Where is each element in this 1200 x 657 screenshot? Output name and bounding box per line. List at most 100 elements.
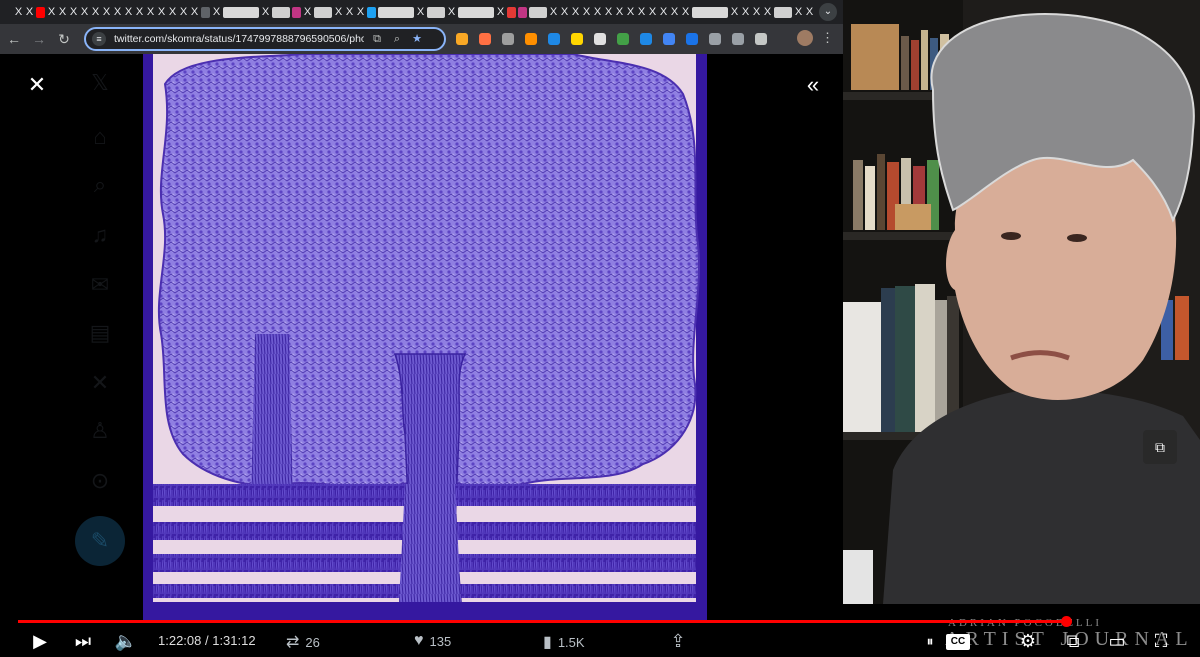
browser-tab[interactable]: X <box>212 6 221 18</box>
browser-tab[interactable]: X <box>571 6 580 18</box>
browser-tab[interactable]: X <box>593 6 602 18</box>
browser-tab[interactable]: X <box>496 6 505 18</box>
forward-arrow-icon[interactable]: → <box>28 28 50 50</box>
browser-tab[interactable]: X <box>334 6 343 18</box>
extension-icon[interactable] <box>456 33 468 45</box>
extension-icon[interactable] <box>502 33 514 45</box>
extension-icon[interactable] <box>663 33 675 45</box>
browser-tab[interactable]: X <box>14 6 23 18</box>
zoom-icon[interactable]: ⌕ <box>390 32 404 46</box>
browser-tab[interactable]: X <box>345 6 354 18</box>
extension-icon[interactable] <box>571 33 583 45</box>
extension-icon[interactable] <box>755 33 767 45</box>
browser-tab[interactable]: X <box>80 6 89 18</box>
extension-icon[interactable] <box>732 33 744 45</box>
browser-tab[interactable]: X <box>102 6 111 18</box>
browser-tab[interactable]: X <box>113 6 122 18</box>
browser-tab[interactable] <box>367 6 376 18</box>
browser-tab[interactable]: X <box>681 6 690 18</box>
browser-tab[interactable]: X <box>303 6 312 18</box>
double-chevron-right-icon[interactable]: « <box>800 72 826 98</box>
extension-icon[interactable] <box>594 33 606 45</box>
extension-icon[interactable] <box>617 33 629 45</box>
browser-tab[interactable]: X <box>582 6 591 18</box>
browser-tab[interactable]: X <box>135 6 144 18</box>
browser-tab[interactable]: X <box>146 6 155 18</box>
browser-tab[interactable] <box>378 6 414 18</box>
close-icon[interactable]: ✕ <box>24 72 50 98</box>
browser-tab[interactable]: X <box>261 6 270 18</box>
browser-tab[interactable] <box>36 6 45 18</box>
extension-icon[interactable] <box>525 33 537 45</box>
browser-tab[interactable]: X <box>741 6 750 18</box>
extension-icon[interactable] <box>709 33 721 45</box>
browser-tab[interactable]: X <box>794 6 803 18</box>
browser-tab[interactable]: X <box>416 6 425 18</box>
browser-tab[interactable] <box>774 6 792 18</box>
theater-mode-icon[interactable]: ▭ <box>1104 628 1130 654</box>
volume-icon[interactable]: 🔈 <box>113 628 139 654</box>
play-icon[interactable]: ▶ <box>28 628 52 654</box>
browser-tab[interactable]: X <box>91 6 100 18</box>
extension-icon[interactable] <box>686 33 698 45</box>
reload-icon[interactable]: ↻ <box>53 28 75 50</box>
browser-tab[interactable]: X <box>615 6 624 18</box>
browser-tab[interactable]: X <box>648 6 657 18</box>
site-info-icon[interactable]: ≡ <box>92 32 106 46</box>
browser-tab[interactable]: X <box>179 6 188 18</box>
address-bar[interactable]: ≡ twitter.com/skomra/status/174799788879… <box>84 27 446 51</box>
browser-tab[interactable]: X <box>604 6 613 18</box>
browser-tab[interactable] <box>292 6 301 18</box>
browser-tab[interactable] <box>427 6 445 18</box>
browser-tab[interactable] <box>507 6 516 18</box>
browser-tab[interactable]: X <box>356 6 365 18</box>
browser-tab[interactable] <box>518 6 527 18</box>
extension-icon[interactable] <box>640 33 652 45</box>
gear-icon[interactable]: ⚙ <box>1015 628 1041 654</box>
browser-tab[interactable]: X <box>58 6 67 18</box>
browser-tab[interactable]: X <box>659 6 668 18</box>
browser-tab[interactable]: X <box>157 6 166 18</box>
browser-tab[interactable]: X <box>763 6 772 18</box>
picture-in-picture-icon[interactable]: ⧉ <box>1143 430 1177 464</box>
browser-tab[interactable]: X <box>549 6 558 18</box>
back-arrow-icon[interactable]: ← <box>3 28 25 50</box>
fullscreen-icon[interactable]: ⛶ <box>1148 628 1174 654</box>
browser-tab[interactable] <box>529 6 547 18</box>
browser-tab[interactable] <box>223 6 259 18</box>
browser-tab[interactable]: X <box>168 6 177 18</box>
browser-menu-icon[interactable]: ⋮ <box>821 30 834 46</box>
browser-tab[interactable]: X <box>805 6 814 18</box>
bookmark-star-icon[interactable]: ★ <box>410 32 424 46</box>
profile-avatar[interactable] <box>797 30 813 46</box>
book-17 <box>935 300 947 432</box>
browser-tab[interactable]: X <box>626 6 635 18</box>
captions-button[interactable]: CC <box>946 634 970 650</box>
browser-tab[interactable]: X <box>637 6 646 18</box>
browser-tab[interactable]: X <box>69 6 78 18</box>
browser-tab[interactable]: X <box>730 6 739 18</box>
browser-tab[interactable]: X <box>124 6 133 18</box>
browser-tab[interactable]: X <box>447 6 456 18</box>
tab-search-icon[interactable]: ⌄ <box>819 3 837 21</box>
browser-tab[interactable] <box>692 6 728 18</box>
pause-badge-icon[interactable]: ⏸ <box>918 628 942 654</box>
miniplayer-icon[interactable]: ⧉ <box>1060 628 1086 654</box>
extension-icon[interactable] <box>548 33 560 45</box>
browser-tab[interactable] <box>458 6 494 18</box>
install-app-icon[interactable]: ⧉ <box>370 32 384 46</box>
progress-bar[interactable] <box>18 616 1073 627</box>
browser-tab[interactable]: X <box>47 6 56 18</box>
extension-icon[interactable] <box>479 33 491 45</box>
url-text[interactable]: twitter.com/skomra/status/17479978887965… <box>114 33 364 45</box>
next-icon[interactable]: ⏭ <box>70 628 96 654</box>
browser-tab[interactable]: X <box>670 6 679 18</box>
browser-tab[interactable] <box>314 6 332 18</box>
browser-tab[interactable]: X <box>560 6 569 18</box>
browser-tab[interactable] <box>272 6 290 18</box>
browser-tab[interactable]: X <box>752 6 761 18</box>
share-icon[interactable]: ⇪ <box>666 628 690 654</box>
browser-tab[interactable]: X <box>25 6 34 18</box>
browser-tab[interactable] <box>201 6 210 18</box>
browser-tab[interactable]: X <box>190 6 199 18</box>
